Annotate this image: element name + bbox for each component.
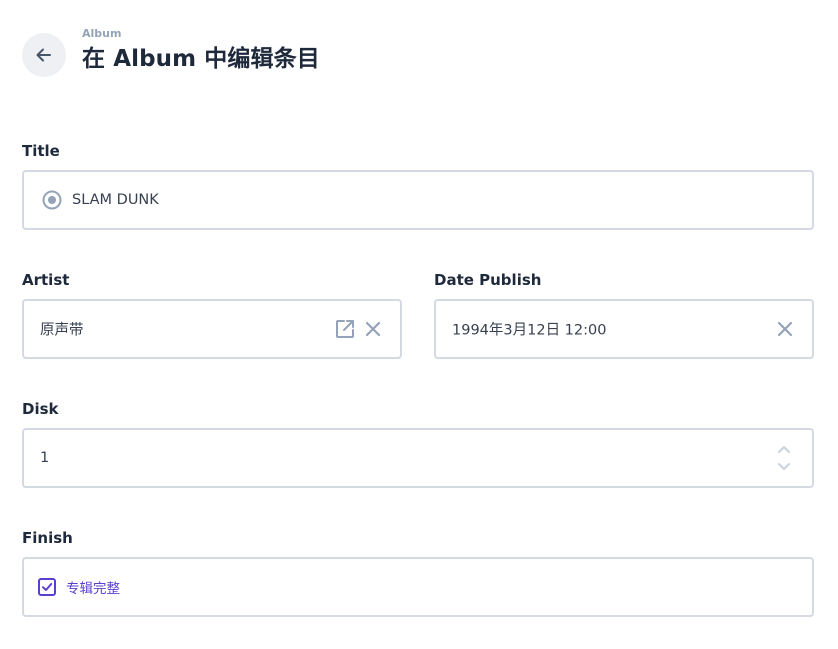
- finish-label: Finish: [22, 529, 73, 547]
- title-value: SLAM DUNK: [72, 192, 159, 208]
- title-field[interactable]: SLAM DUNK: [22, 170, 814, 230]
- artist-field[interactable]: 原声带: [22, 299, 402, 359]
- page-title: 在 Album 中编辑条目: [82, 46, 320, 72]
- date-publish-field[interactable]: 1994年3月12日 12:00: [434, 299, 814, 359]
- title-label: Title: [22, 142, 60, 160]
- finish-checkbox-label[interactable]: 专辑完整: [66, 577, 120, 597]
- disk-label: Disk: [22, 400, 59, 418]
- chevron-up-down-icon[interactable]: [776, 442, 792, 474]
- finish-field: 专辑完整: [22, 557, 814, 617]
- checkmark-icon: [42, 583, 53, 591]
- arrow-left-icon: [36, 48, 51, 62]
- radio-target-icon: [41, 189, 63, 211]
- date-clear-icon[interactable]: [776, 320, 794, 338]
- artist-label: Artist: [22, 271, 70, 289]
- disk-value: 1: [40, 450, 50, 466]
- artist-clear-icon[interactable]: [364, 320, 382, 338]
- artist-value: 原声带: [40, 322, 84, 339]
- date-publish-label: Date Publish: [434, 271, 542, 289]
- external-link-icon[interactable]: [334, 318, 356, 340]
- date-publish-value: 1994年3月12日 12:00: [452, 322, 607, 339]
- finish-checkbox[interactable]: [38, 578, 56, 596]
- back-button[interactable]: [22, 33, 66, 77]
- disk-number-input[interactable]: 1: [22, 428, 814, 488]
